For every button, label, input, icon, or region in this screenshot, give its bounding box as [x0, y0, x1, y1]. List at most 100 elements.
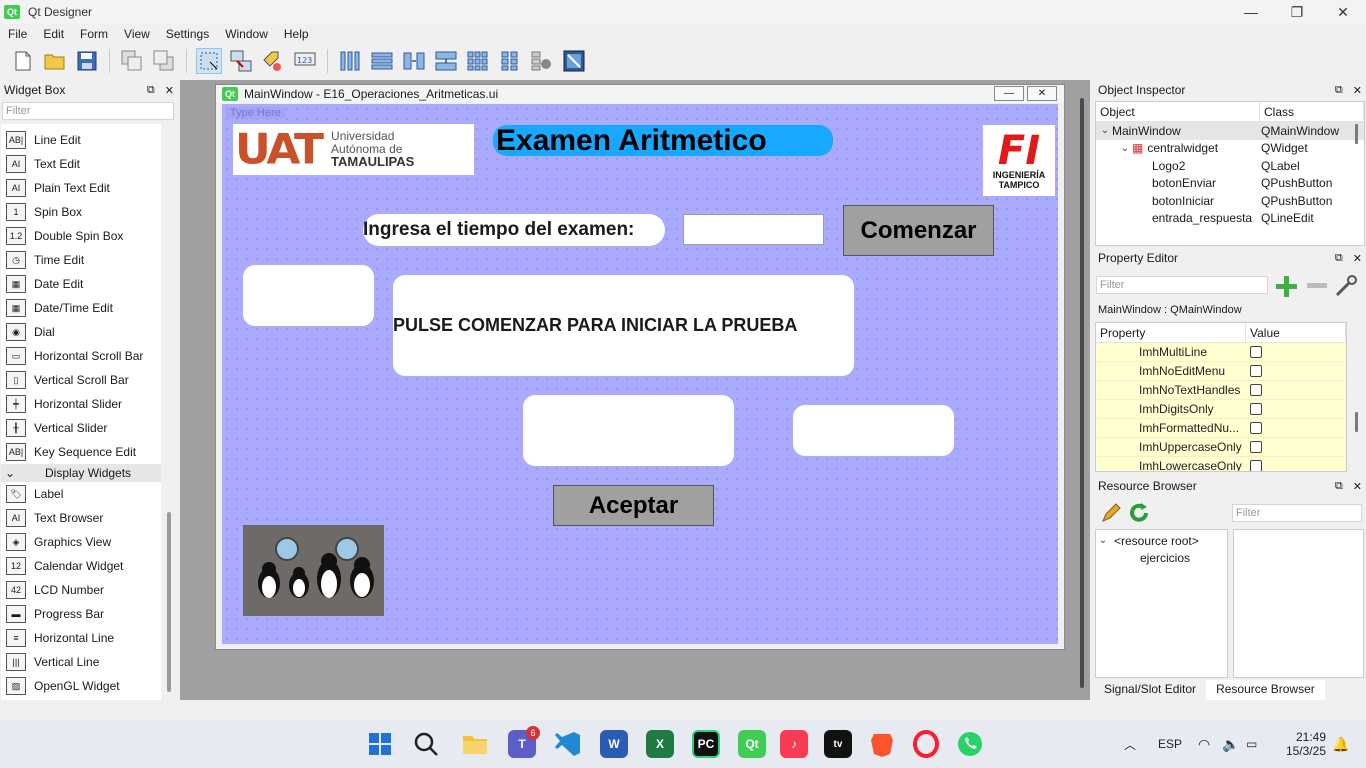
float-icon[interactable]: ⧉ [1335, 480, 1343, 493]
column-header-object[interactable]: Object [1096, 102, 1260, 121]
widget-item-vertical-line[interactable]: ||| Vertical Line [1, 650, 161, 674]
expand-arrow-icon[interactable]: ⌄ [1098, 125, 1112, 136]
widget-item-text-browser[interactable]: AI Text Browser [1, 506, 161, 530]
word-icon[interactable]: W [600, 730, 628, 758]
menu-form[interactable]: Form [72, 27, 116, 41]
widget-item-calendar-widget[interactable]: 12 Calendar Widget [1, 554, 161, 578]
property-row[interactable]: ImhUppercaseOnly [1096, 438, 1346, 457]
new-file-icon[interactable] [10, 48, 36, 74]
widget-item-label[interactable]: 🏷 Label [1, 482, 161, 506]
mdi-scrollbar[interactable] [1080, 98, 1084, 688]
layout-horizontal-icon[interactable] [337, 48, 363, 74]
fi-logo[interactable]: FI INGENIERÍA TAMPICO [983, 125, 1055, 196]
property-checkbox[interactable] [1250, 384, 1262, 396]
resource-tree[interactable]: ⌄ <resource root> ejercicios [1095, 529, 1228, 678]
property-row[interactable]: ImhLowercaseOnly [1096, 457, 1346, 471]
result-label-box[interactable] [793, 405, 954, 456]
layout-h-splitter-icon[interactable] [401, 48, 427, 74]
widget-item-text-edit[interactable]: AI Text Edit [1, 152, 161, 176]
vscode-icon[interactable] [554, 730, 582, 758]
object-tree-scrollbar[interactable] [1355, 124, 1358, 144]
edit-resources-icon[interactable] [1100, 502, 1122, 524]
penguins-image[interactable] [243, 525, 384, 616]
property-row[interactable]: ImhNoEditMenu [1096, 362, 1346, 381]
property-checkbox[interactable] [1250, 441, 1262, 453]
widget-item-spin-box[interactable]: 1 Spin Box [1, 200, 161, 224]
show-hidden-icons[interactable]: ︿ [1124, 720, 1136, 768]
layout-grid-icon[interactable] [465, 48, 491, 74]
expand-arrow-icon[interactable]: ⌄ [1118, 143, 1132, 154]
property-row[interactable]: ImhMultiLine [1096, 343, 1346, 362]
wifi-icon[interactable]: ◠ [1198, 720, 1210, 768]
widget-category-display-widgets[interactable]: ⌄ Display Widgets [1, 464, 161, 482]
resource-folder-item[interactable]: ejercicios [1096, 550, 1227, 568]
menu-settings[interactable]: Settings [158, 27, 217, 41]
adjust-size-icon[interactable] [561, 48, 587, 74]
windows-start-icon[interactable] [366, 730, 394, 758]
close-icon[interactable]: ✕ [1353, 252, 1362, 265]
close-button[interactable]: ✕ [1320, 0, 1366, 24]
menu-type-here[interactable]: Type Here [226, 107, 285, 119]
time-label[interactable]: Ingresa el tiempo del examen: [363, 214, 665, 246]
float-icon[interactable]: ⧉ [1335, 252, 1343, 265]
language-indicator[interactable]: ESP [1158, 720, 1182, 768]
form-close-button[interactable]: ✕ [1027, 86, 1057, 101]
scrollbar-thumb[interactable] [167, 512, 171, 692]
object-row-logo2[interactable]: Logo2 QLabel [1096, 157, 1364, 175]
menu-edit[interactable]: Edit [35, 27, 72, 41]
object-row-botonenviar[interactable]: botonEnviar QPushButton [1096, 175, 1364, 193]
widget-item-time-edit[interactable]: ◷ Time Edit [1, 248, 161, 272]
qt-designer-taskbar-icon[interactable]: Qt [738, 730, 766, 758]
object-tree[interactable]: Object Class ⌄ MainWindow QMainWindow ⌄ ▦ cen… [1095, 101, 1365, 246]
apple-tv-icon[interactable]: tv [824, 730, 852, 758]
object-row-botoniniciar[interactable]: botonIniciar QPushButton [1096, 192, 1364, 210]
widget-item-double-spin-box[interactable]: 1.2 Double Spin Box [1, 224, 161, 248]
widget-item-vertical-slider[interactable]: ╂ Vertical Slider [1, 416, 161, 440]
property-checkbox[interactable] [1250, 365, 1262, 377]
resource-filter-input[interactable]: Filter [1232, 504, 1362, 522]
exam-title-label[interactable]: Examen Aritmetico [493, 124, 833, 157]
float-icon[interactable]: ⧉ [1335, 84, 1343, 97]
pycharm-icon[interactable]: PC [692, 730, 720, 758]
float-icon[interactable]: ⧉ [147, 84, 155, 97]
layout-v-splitter-icon[interactable] [433, 48, 459, 74]
property-scrollbar[interactable] [1355, 412, 1358, 432]
edit-buddies-icon[interactable] [260, 48, 286, 74]
time-input[interactable] [683, 214, 824, 245]
widget-item-key-sequence-edit[interactable]: AB| Key Sequence Edit [1, 440, 161, 464]
edit-tab-order-icon[interactable]: 123 [292, 48, 318, 74]
close-icon[interactable]: ✕ [1353, 480, 1362, 493]
widget-item-opengl-widget[interactable]: ▨ OpenGL Widget [1, 674, 161, 698]
property-row[interactable]: ImhFormattedNu... [1096, 419, 1346, 438]
message-label[interactable]: PULSE COMENZAR PARA INICIAR LA PRUEBA [393, 275, 854, 376]
form-canvas[interactable]: Type Here UAT Universidad Autónoma de TA… [222, 104, 1058, 644]
break-layout-icon[interactable] [529, 48, 555, 74]
collapse-arrow-icon[interactable]: ⌄ [5, 466, 15, 480]
widget-item-line-edit[interactable]: AB| Line Edit [1, 128, 161, 152]
widget-box-scrollbar[interactable] [165, 124, 175, 700]
answer-input[interactable] [523, 395, 734, 466]
menu-help[interactable]: Help [276, 27, 317, 41]
form-window[interactable]: Qt MainWindow - E16_Operaciones_Aritmeti… [215, 84, 1065, 650]
widget-item-date-time-edit[interactable]: ▦ Date/Time Edit [1, 296, 161, 320]
widget-item-horizontal-slider[interactable]: ┿ Horizontal Slider [1, 392, 161, 416]
object-row-entrada-respuesta[interactable]: entrada_respuesta QLineEdit [1096, 210, 1364, 228]
layout-vertical-icon[interactable] [369, 48, 395, 74]
brave-icon[interactable] [868, 730, 896, 758]
tab-resource-browser[interactable]: Resource Browser [1206, 680, 1325, 700]
widget-box-filter-input[interactable]: Filter [2, 102, 174, 120]
menu-view[interactable]: View [116, 27, 158, 41]
search-icon[interactable] [412, 730, 440, 758]
file-explorer-icon[interactable] [461, 730, 489, 758]
tab-signal-slot-editor[interactable]: Signal/Slot Editor [1094, 680, 1206, 700]
object-row-centralwidget[interactable]: ⌄ ▦ centralwidget QWidget [1096, 140, 1364, 158]
widget-item-plain-text-edit[interactable]: AI Plain Text Edit [1, 176, 161, 200]
minimize-button[interactable]: — [1228, 0, 1274, 24]
column-header-property[interactable]: Property [1096, 323, 1246, 342]
column-header-value[interactable]: Value [1246, 323, 1346, 342]
open-file-icon[interactable] [42, 48, 68, 74]
remove-dynamic-property-icon[interactable] [1306, 282, 1328, 290]
layout-form-icon[interactable] [497, 48, 523, 74]
property-checkbox[interactable] [1250, 346, 1262, 358]
property-row[interactable]: ImhNoTextHandles [1096, 381, 1346, 400]
